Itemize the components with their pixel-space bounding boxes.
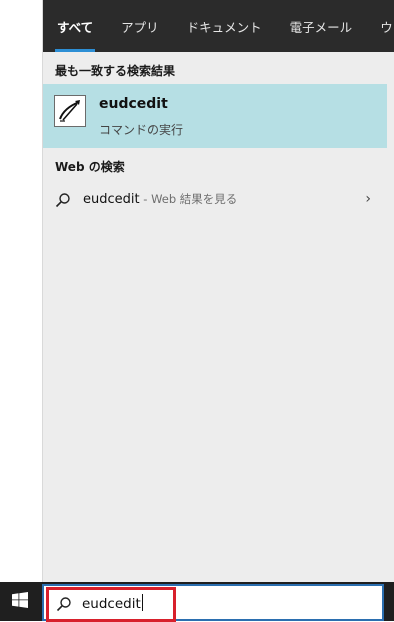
web-query: eudcedit (83, 192, 140, 207)
tab-web[interactable]: ウェブ (366, 0, 394, 52)
search-filter-tabs: すべて アプリ ドキュメント 電子メール ウェブ (43, 0, 394, 52)
pen-editor-icon (54, 95, 86, 127)
app-name: eudcedit (99, 96, 168, 112)
search-results-panel: すべて アプリ ドキュメント 電子メール ウェブ 最も一致する検索結果 eudc… (42, 0, 394, 582)
taskbar-search-box[interactable]: eudcedit (42, 584, 384, 622)
best-match-heading: 最も一致する検索結果 (55, 64, 176, 78)
tab-email[interactable]: 電子メール (276, 0, 367, 52)
web-search-result[interactable]: eudcedit - Web 結果を見る › (43, 184, 387, 216)
tab-all[interactable]: すべて (43, 0, 107, 52)
desktop-background (0, 0, 42, 582)
chevron-right-icon[interactable]: › (365, 191, 371, 207)
tab-documents[interactable]: ドキュメント (173, 0, 276, 52)
app-type: コマンドの実行 (99, 123, 184, 137)
taskbar: eudcedit (0, 582, 394, 622)
highlight-box (46, 587, 176, 622)
desktop: すべて アプリ ドキュメント 電子メール ウェブ 最も一致する検索結果 eudc… (0, 0, 394, 622)
web-query-suffix: - Web 結果を見る (139, 192, 238, 206)
best-match-result[interactable]: eudcedit コマンドの実行 (43, 84, 387, 148)
windows-logo-icon (12, 591, 28, 612)
web-search-heading: Web の検索 (55, 160, 125, 174)
tab-apps[interactable]: アプリ (107, 0, 173, 52)
start-button[interactable] (0, 582, 40, 621)
web-query-text: eudcedit - Web 結果を見る (83, 191, 237, 207)
search-icon (55, 192, 71, 208)
